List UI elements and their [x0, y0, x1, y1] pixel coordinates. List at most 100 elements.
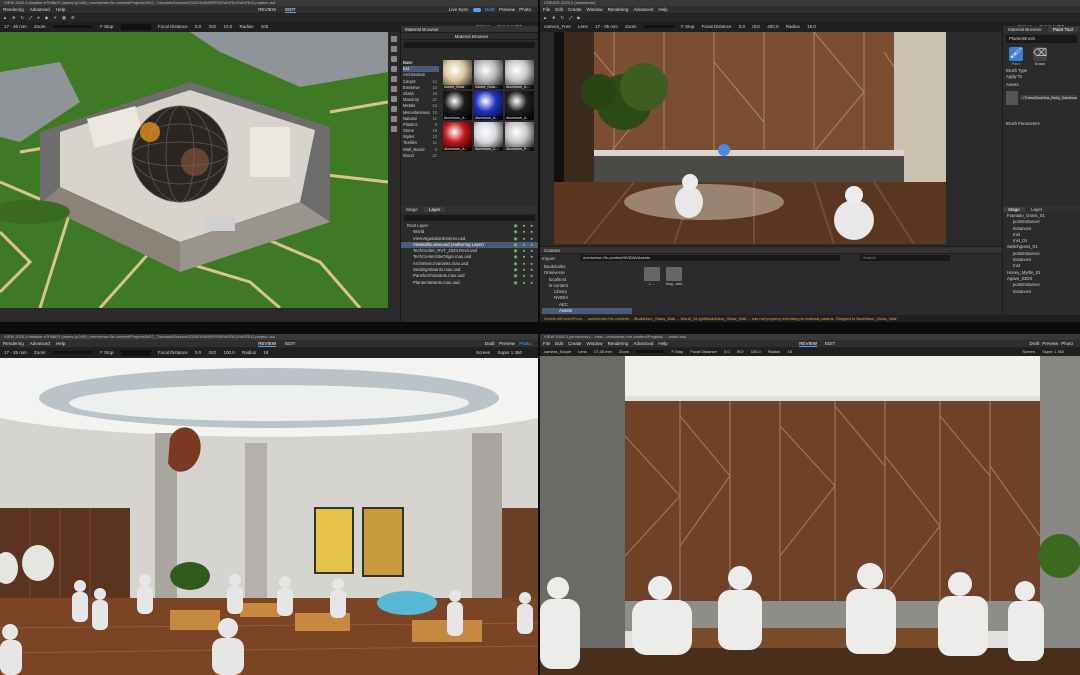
- visibility-icon[interactable]: ◉ ● ●: [514, 280, 535, 286]
- menu-help[interactable]: Help: [658, 7, 667, 12]
- tab-review[interactable]: REVIEW: [258, 7, 276, 12]
- viewport-planter[interactable]: [554, 32, 946, 244]
- mode-preview[interactable]: Preview: [1042, 341, 1058, 346]
- play-icon[interactable]: ▶: [577, 15, 580, 20]
- layer-item[interactable]: PlanterVariants.max.usd ◉ ● ●: [401, 280, 538, 286]
- material-thumbnail[interactable]: Aluminum_A...: [505, 91, 534, 120]
- mode-photo[interactable]: Photo: [1061, 341, 1073, 346]
- lens-dropdown[interactable]: 17 - 35 mm: [4, 350, 27, 355]
- radius-value[interactable]: 100: [261, 24, 269, 29]
- focal-value[interactable]: 0.0: [195, 24, 201, 29]
- viewport-aerial[interactable]: [0, 32, 388, 308]
- settings-icon[interactable]: ⚙: [71, 15, 75, 20]
- material-thumbnail[interactable]: Aluminum_A...: [474, 91, 503, 120]
- import-button[interactable]: Import: [542, 255, 555, 262]
- material-thumbnail[interactable]: Aluminum_A...: [443, 122, 472, 151]
- mode-draft[interactable]: Draft: [1029, 341, 1039, 346]
- menu-advanced[interactable]: Advanced: [30, 7, 50, 12]
- focal-value[interactable]: 0.0: [739, 24, 745, 29]
- mode-draft[interactable]: Draft: [485, 341, 495, 346]
- material-thumbnail[interactable]: Aluminum_A...: [505, 60, 534, 89]
- tab-edit[interactable]: EDIT: [285, 341, 295, 346]
- menu-file[interactable]: File: [543, 7, 550, 12]
- material-search-input[interactable]: [404, 42, 535, 48]
- snap-icon[interactable]: ⌖: [37, 15, 39, 20]
- home-icon[interactable]: [391, 36, 397, 42]
- radius-value[interactable]: 18.0: [807, 24, 816, 29]
- menu-help[interactable]: Help: [658, 341, 667, 346]
- scale-icon[interactable]: ⤢: [569, 15, 572, 20]
- material-icon[interactable]: [391, 66, 397, 72]
- lens-dropdown[interactable]: 17 - 35 mm: [4, 24, 27, 29]
- settings-tool-icon[interactable]: [391, 126, 397, 132]
- preset-dropdown[interactable]: Super 1 360: [1042, 349, 1064, 354]
- content-tree-item[interactable]: Assets: [542, 308, 632, 314]
- iso-value[interactable]: 100.0: [223, 350, 234, 355]
- tab-review[interactable]: REVIEW: [258, 341, 276, 347]
- zoom-slider[interactable]: [52, 25, 93, 29]
- brush-icon[interactable]: [391, 56, 397, 62]
- mode-preview[interactable]: Preview: [499, 7, 515, 12]
- grid-icon[interactable]: ▦: [62, 15, 66, 20]
- fstop-field[interactable]: [120, 23, 151, 30]
- stage-item[interactable]: instances: [1003, 289, 1080, 295]
- content-search-input[interactable]: Search: [860, 255, 950, 261]
- radius-value[interactable]: 18: [787, 349, 791, 354]
- zoom-slider[interactable]: [636, 350, 665, 354]
- menu-advanced[interactable]: Advanced: [30, 341, 50, 346]
- tab-stage[interactable]: Stage: [1003, 207, 1025, 212]
- iso-value[interactable]: 400.0: [767, 24, 778, 29]
- camera-tool-icon[interactable]: [391, 96, 397, 102]
- brush-name-field[interactable]: PlanterBrush: [1006, 35, 1077, 43]
- content-file[interactable]: Img...dsn: [666, 267, 682, 286]
- material-thumbnail[interactable]: Aluminum_P...: [505, 122, 534, 151]
- menu-help[interactable]: Help: [56, 341, 65, 346]
- select-icon[interactable]: ▲: [543, 15, 547, 20]
- erase-button[interactable]: ⌫ Erase: [1033, 47, 1047, 66]
- menu-advanced[interactable]: Advanced: [633, 341, 653, 346]
- select-icon[interactable]: ▲: [3, 15, 7, 20]
- move-icon[interactable]: ✥: [552, 15, 555, 20]
- menu-advanced[interactable]: Advanced: [633, 7, 653, 12]
- tab-edit[interactable]: EDIT: [825, 341, 835, 346]
- measure-icon[interactable]: [391, 116, 397, 122]
- menu-file[interactable]: File: [543, 341, 550, 346]
- asset-row[interactable]: ./Trees/Buddha_Belly_Bamboo.usd: [1003, 89, 1080, 107]
- move-icon[interactable]: ✥: [12, 15, 15, 20]
- menu-rendering[interactable]: Rendering: [3, 341, 24, 346]
- sun-icon[interactable]: [391, 106, 397, 112]
- camera-icon[interactable]: ◉: [45, 15, 49, 20]
- paint-button[interactable]: 🖌 Paint: [1009, 47, 1023, 66]
- menu-rendering[interactable]: Rendering: [608, 341, 629, 346]
- content-path-field[interactable]: omniverse://le-content/NVIDIA/Assets: [580, 255, 840, 261]
- zoom-slider[interactable]: [52, 351, 93, 355]
- zoom-slider[interactable]: [643, 25, 674, 29]
- focal-value[interactable]: 0.0: [195, 350, 201, 355]
- camera-name[interactable]: camera_Free: [544, 24, 571, 29]
- lens-dropdown[interactable]: 17 - 35 mm: [595, 24, 618, 29]
- menu-create[interactable]: Create: [568, 7, 582, 12]
- layers-icon[interactable]: [391, 76, 397, 82]
- menu-edit[interactable]: Edit: [555, 341, 563, 346]
- material-thumbnail[interactable]: Adobe_Octa...: [474, 60, 503, 89]
- mode-draft[interactable]: Draft: [485, 7, 495, 12]
- camera-name[interactable]: camera_Scope: [544, 349, 571, 354]
- material-category-item[interactable]: Wood 22: [403, 153, 439, 159]
- viewport-bench[interactable]: [540, 356, 1080, 675]
- tab-edit[interactable]: EDIT: [285, 7, 296, 13]
- iso-value[interactable]: 100.0: [751, 349, 761, 354]
- light-tool-icon[interactable]: [391, 86, 397, 92]
- rotate-icon[interactable]: ↻: [21, 15, 24, 20]
- menu-window[interactable]: Window: [587, 7, 603, 12]
- iso-value[interactable]: 10.0: [223, 24, 232, 29]
- preset-dropdown[interactable]: Super 1 360: [497, 350, 522, 355]
- tab-layer[interactable]: Layer: [1026, 207, 1047, 212]
- material-thumbnail[interactable]: Aluminum_A...: [443, 91, 472, 120]
- radius-value[interactable]: 18: [263, 350, 268, 355]
- layer-search-input[interactable]: [404, 215, 535, 221]
- mode-photo[interactable]: Photo: [519, 7, 531, 12]
- menu-create[interactable]: Create: [568, 341, 582, 346]
- rotate-icon[interactable]: ↻: [561, 15, 564, 20]
- paint-icon[interactable]: [391, 46, 397, 52]
- content-file[interactable]: L...: [644, 267, 660, 286]
